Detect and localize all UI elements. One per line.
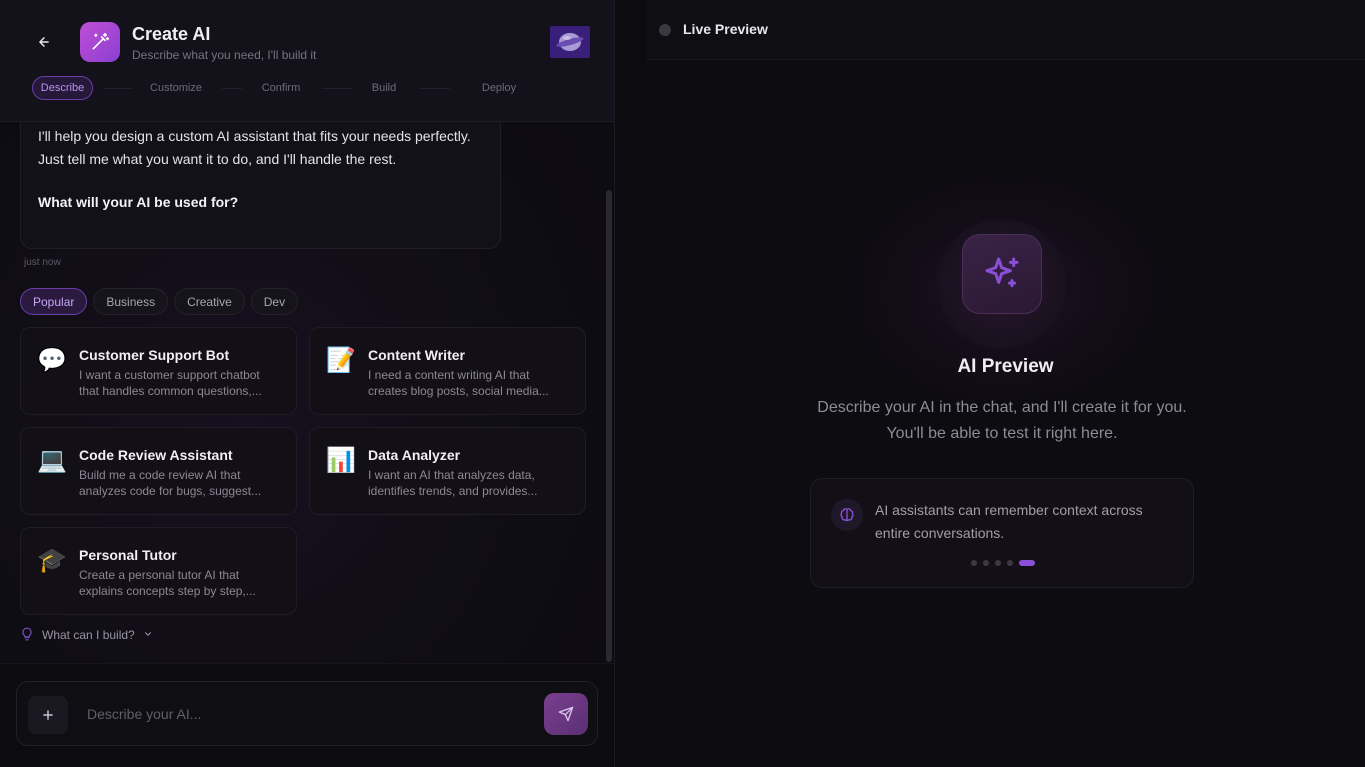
template-desc: I need a content writing AI that creates…	[368, 368, 549, 398]
chat-scrollbar[interactable]	[606, 190, 612, 662]
plus-icon	[43, 710, 53, 720]
arrow-left-icon	[39, 37, 49, 47]
avatar[interactable]	[550, 26, 590, 58]
template-desc: I want an AI that analyzes data, identif…	[368, 468, 538, 498]
laptop-icon: 💻	[37, 447, 67, 474]
bar-chart-icon: 📊	[326, 447, 356, 474]
template-card-personal-tutor[interactable]: 🎓 Personal Tutor Create a personal tutor…	[20, 527, 297, 615]
tip-dot[interactable]	[971, 560, 977, 566]
tip-card: AI assistants can remember context acros…	[810, 478, 1194, 588]
category-filters: Popular Business Creative Dev	[20, 288, 299, 315]
tip-pagination	[971, 560, 1035, 566]
tip-dot[interactable]	[995, 560, 1001, 566]
template-desc: Create a personal tutor AI that explains…	[79, 568, 256, 598]
tip-dot[interactable]	[983, 560, 989, 566]
template-card-customer-support[interactable]: 💬 Customer Support Bot I want a customer…	[20, 327, 297, 415]
chat-panel: I'll help you design a custom AI assista…	[0, 0, 615, 767]
sparkles-icon	[962, 234, 1042, 314]
assistant-message: I'll help you design a custom AI assista…	[20, 100, 501, 249]
message-text: I'll help you design a custom AI assista…	[38, 128, 471, 167]
send-button[interactable]	[544, 693, 588, 735]
lightbulb-icon	[20, 627, 34, 644]
step-connector	[104, 88, 132, 89]
what-can-i-build-toggle[interactable]: What can I build?	[20, 626, 153, 644]
step-connector	[222, 88, 242, 89]
step-connector	[420, 88, 450, 89]
filter-dev[interactable]: Dev	[250, 288, 299, 315]
step-confirm[interactable]: Confirm	[252, 76, 310, 100]
template-title: Customer Support Bot	[79, 347, 230, 363]
magic-wand-icon	[80, 22, 120, 62]
filter-creative[interactable]: Creative	[174, 288, 245, 315]
template-title: Personal Tutor	[79, 547, 177, 563]
help-label: What can I build?	[42, 628, 135, 642]
step-deploy[interactable]: Deploy	[472, 76, 526, 100]
status-dot	[659, 24, 671, 36]
template-card-code-review[interactable]: 💻 Code Review Assistant Build me a code …	[20, 427, 297, 515]
message-question: What will your AI be used for?	[38, 194, 239, 210]
tip-text: AI assistants can remember context acros…	[875, 502, 1143, 541]
step-connector	[322, 88, 352, 89]
live-preview-panel: Live Preview AI Preview Describe your AI…	[646, 0, 1365, 767]
chevron-down-icon	[143, 628, 153, 642]
preview-title: AI Preview	[957, 356, 1054, 377]
describe-ai-input[interactable]	[87, 702, 527, 726]
page-title: Create AI	[132, 24, 211, 44]
brain-icon	[831, 499, 863, 531]
page-subtitle: Describe what you need, I'll build it	[132, 48, 317, 62]
template-card-content-writer[interactable]: 📝 Content Writer I need a content writin…	[309, 327, 586, 415]
template-title: Content Writer	[368, 347, 465, 363]
composer	[16, 681, 598, 746]
template-title: Data Analyzer	[368, 447, 461, 463]
create-ai-header: Create AI Describe what you need, I'll b…	[0, 0, 614, 122]
live-preview-label: Live Preview	[683, 21, 768, 37]
template-title: Code Review Assistant	[79, 447, 233, 463]
graduation-cap-icon: 🎓	[37, 547, 67, 574]
step-describe[interactable]: Describe	[32, 76, 93, 100]
back-button[interactable]	[34, 32, 54, 52]
filter-business[interactable]: Business	[93, 288, 169, 315]
attach-button[interactable]	[28, 696, 68, 734]
preview-header: Live Preview	[646, 0, 1365, 60]
template-desc: I want a customer support chatbot that h…	[79, 368, 262, 398]
speech-bubble-icon: 💬	[37, 347, 67, 374]
filter-popular[interactable]: Popular	[20, 288, 88, 315]
send-icon	[558, 706, 574, 722]
step-customize[interactable]: Customize	[140, 76, 212, 100]
memo-icon: 📝	[326, 347, 356, 374]
tip-dot[interactable]	[1007, 560, 1013, 566]
template-card-data-analyzer[interactable]: 📊 Data Analyzer I want an AI that analyz…	[309, 427, 586, 515]
preview-description: Describe your AI in the chat, and I'll c…	[817, 399, 1187, 442]
progress-steps: Describe Customize Confirm Build Deploy	[32, 76, 592, 100]
tip-dot-active[interactable]	[1019, 560, 1035, 566]
message-timestamp: just now	[24, 257, 61, 268]
step-build[interactable]: Build	[360, 76, 408, 100]
template-desc: Build me a code review AI that analyzes …	[79, 468, 262, 498]
